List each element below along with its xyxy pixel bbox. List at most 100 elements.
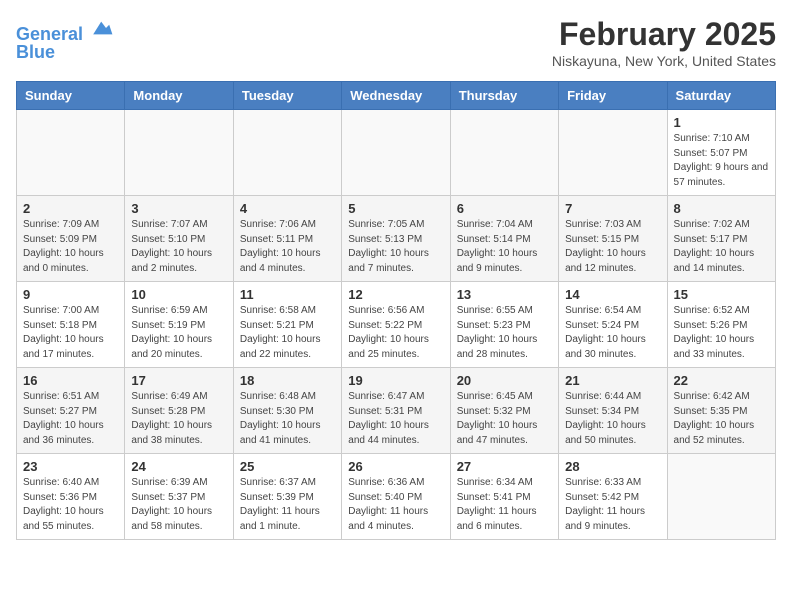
day-number: 17 [131,373,226,388]
day-info: Sunrise: 7:00 AM Sunset: 5:18 PM Dayligh… [23,304,118,362]
day-number: 15 [674,287,769,302]
day-info: Sunrise: 6:37 AM Sunset: 5:39 PM Dayligh… [240,476,335,534]
calendar-cell: 9 Sunrise: 7:00 AM Sunset: 5:18 PM Daylig… [17,282,125,368]
day-number: 1 [674,115,769,130]
day-info: Sunrise: 6:36 AM Sunset: 5:40 PM Dayligh… [348,476,443,534]
day-info: Sunrise: 6:59 AM Sunset: 5:19 PM Dayligh… [131,304,226,362]
day-info: Sunrise: 6:44 AM Sunset: 5:34 PM Dayligh… [565,390,660,448]
day-info: Sunrise: 6:45 AM Sunset: 5:32 PM Dayligh… [457,390,552,448]
day-info: Sunrise: 6:52 AM Sunset: 5:26 PM Dayligh… [674,304,769,362]
day-number: 12 [348,287,443,302]
day-info: Sunrise: 6:40 AM Sunset: 5:36 PM Dayligh… [23,476,118,534]
calendar-cell: 6 Sunrise: 7:04 AM Sunset: 5:14 PM Daylig… [450,196,558,282]
day-number: 10 [131,287,226,302]
day-info: Sunrise: 6:47 AM Sunset: 5:31 PM Dayligh… [348,390,443,448]
day-number: 24 [131,459,226,474]
day-number: 23 [23,459,118,474]
calendar-cell: 12 Sunrise: 6:56 AM Sunset: 5:22 PM Dayli… [342,282,450,368]
calendar-cell: 21 Sunrise: 6:44 AM Sunset: 5:34 PM Dayli… [559,368,667,454]
day-info: Sunrise: 7:05 AM Sunset: 5:13 PM Dayligh… [348,218,443,276]
day-info: Sunrise: 6:48 AM Sunset: 5:30 PM Dayligh… [240,390,335,448]
page-header: General Blue February 2025 Niskayuna, Ne… [16,16,776,69]
week-row-4: 16 Sunrise: 6:51 AM Sunset: 5:27 PM Dayli… [17,368,776,454]
logo-icon [90,16,114,40]
day-number: 6 [457,201,552,216]
day-info: Sunrise: 6:56 AM Sunset: 5:22 PM Dayligh… [348,304,443,362]
day-number: 28 [565,459,660,474]
day-number: 13 [457,287,552,302]
day-number: 22 [674,373,769,388]
day-info: Sunrise: 6:55 AM Sunset: 5:23 PM Dayligh… [457,304,552,362]
calendar-cell: 28 Sunrise: 6:33 AM Sunset: 5:42 PM Dayli… [559,454,667,540]
page-subtitle: Niskayuna, New York, United States [552,53,776,69]
calendar-cell: 3 Sunrise: 7:07 AM Sunset: 5:10 PM Daylig… [125,196,233,282]
day-number: 9 [23,287,118,302]
calendar-cell: 1 Sunrise: 7:10 AM Sunset: 5:07 PM Daylig… [667,110,775,196]
day-number: 19 [348,373,443,388]
calendar-cell: 27 Sunrise: 6:34 AM Sunset: 5:41 PM Dayli… [450,454,558,540]
day-number: 3 [131,201,226,216]
day-info: Sunrise: 7:03 AM Sunset: 5:15 PM Dayligh… [565,218,660,276]
day-info: Sunrise: 7:06 AM Sunset: 5:11 PM Dayligh… [240,218,335,276]
calendar-cell: 25 Sunrise: 6:37 AM Sunset: 5:39 PM Dayli… [233,454,341,540]
calendar-cell: 18 Sunrise: 6:48 AM Sunset: 5:30 PM Dayli… [233,368,341,454]
day-info: Sunrise: 7:02 AM Sunset: 5:17 PM Dayligh… [674,218,769,276]
calendar-cell: 19 Sunrise: 6:47 AM Sunset: 5:31 PM Dayli… [342,368,450,454]
col-header-saturday: Saturday [667,82,775,110]
calendar-cell: 20 Sunrise: 6:45 AM Sunset: 5:32 PM Dayli… [450,368,558,454]
day-number: 21 [565,373,660,388]
day-number: 27 [457,459,552,474]
calendar-cell: 15 Sunrise: 6:52 AM Sunset: 5:26 PM Dayli… [667,282,775,368]
calendar-cell [450,110,558,196]
day-info: Sunrise: 6:34 AM Sunset: 5:41 PM Dayligh… [457,476,552,534]
calendar-cell [342,110,450,196]
calendar-cell: 22 Sunrise: 6:42 AM Sunset: 5:35 PM Dayli… [667,368,775,454]
day-number: 2 [23,201,118,216]
day-number: 5 [348,201,443,216]
calendar-cell [233,110,341,196]
day-number: 7 [565,201,660,216]
calendar-cell: 8 Sunrise: 7:02 AM Sunset: 5:17 PM Daylig… [667,196,775,282]
col-header-thursday: Thursday [450,82,558,110]
day-number: 16 [23,373,118,388]
day-number: 25 [240,459,335,474]
calendar-cell: 13 Sunrise: 6:55 AM Sunset: 5:23 PM Dayli… [450,282,558,368]
col-header-tuesday: Tuesday [233,82,341,110]
calendar-cell: 10 Sunrise: 6:59 AM Sunset: 5:19 PM Dayli… [125,282,233,368]
day-info: Sunrise: 6:58 AM Sunset: 5:21 PM Dayligh… [240,304,335,362]
calendar-cell: 7 Sunrise: 7:03 AM Sunset: 5:15 PM Daylig… [559,196,667,282]
page-title: February 2025 [552,16,776,53]
calendar-cell: 23 Sunrise: 6:40 AM Sunset: 5:36 PM Dayli… [17,454,125,540]
day-info: Sunrise: 7:07 AM Sunset: 5:10 PM Dayligh… [131,218,226,276]
title-block: February 2025 Niskayuna, New York, Unite… [552,16,776,69]
day-number: 20 [457,373,552,388]
day-info: Sunrise: 6:51 AM Sunset: 5:27 PM Dayligh… [23,390,118,448]
calendar-cell: 26 Sunrise: 6:36 AM Sunset: 5:40 PM Dayli… [342,454,450,540]
calendar-cell: 16 Sunrise: 6:51 AM Sunset: 5:27 PM Dayli… [17,368,125,454]
calendar-cell: 17Sunrise: 6:49 AM Sunset: 5:28 PM Dayli… [125,368,233,454]
day-number: 14 [565,287,660,302]
day-info: Sunrise: 7:10 AM Sunset: 5:07 PM Dayligh… [674,132,769,190]
calendar-cell [667,454,775,540]
week-row-1: 1 Sunrise: 7:10 AM Sunset: 5:07 PM Daylig… [17,110,776,196]
day-number: 8 [674,201,769,216]
calendar-cell: 5 Sunrise: 7:05 AM Sunset: 5:13 PM Daylig… [342,196,450,282]
col-header-wednesday: Wednesday [342,82,450,110]
day-number: 4 [240,201,335,216]
calendar-header-row: SundayMondayTuesdayWednesdayThursdayFrid… [17,82,776,110]
logo: General Blue [16,16,114,63]
day-info: Sunrise: 6:54 AM Sunset: 5:24 PM Dayligh… [565,304,660,362]
week-row-5: 23 Sunrise: 6:40 AM Sunset: 5:36 PM Dayli… [17,454,776,540]
calendar-cell [125,110,233,196]
day-number: 26 [348,459,443,474]
day-info: Sunrise: 6:42 AM Sunset: 5:35 PM Dayligh… [674,390,769,448]
calendar-cell: 4 Sunrise: 7:06 AM Sunset: 5:11 PM Daylig… [233,196,341,282]
calendar-cell [17,110,125,196]
calendar-cell [559,110,667,196]
calendar-cell: 11Sunrise: 6:58 AM Sunset: 5:21 PM Dayli… [233,282,341,368]
day-info: Sunrise: 6:33 AM Sunset: 5:42 PM Dayligh… [565,476,660,534]
day-number: 18 [240,373,335,388]
day-info: Sunrise: 7:04 AM Sunset: 5:14 PM Dayligh… [457,218,552,276]
col-header-sunday: Sunday [17,82,125,110]
col-header-monday: Monday [125,82,233,110]
